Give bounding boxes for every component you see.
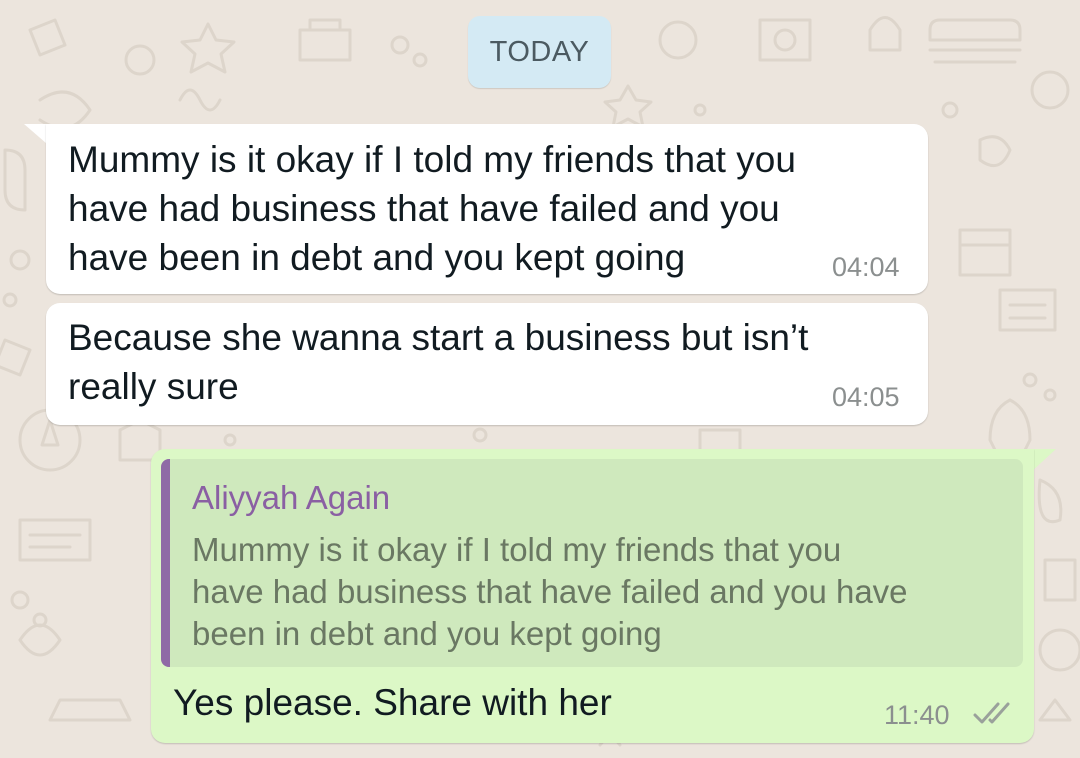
message-time: 04:04: [832, 252, 900, 282]
message-text: Mummy is it okay if I told my friends th…: [68, 139, 796, 278]
message-time: 11:40: [884, 700, 950, 730]
quote-text: Mummy is it okay if I told my friends th…: [192, 531, 908, 652]
quote-accent-bar: [161, 459, 170, 667]
message-text: Yes please. Share with her: [173, 682, 612, 723]
incoming-message[interactable]: Mummy is it okay if I told my friends th…: [46, 124, 928, 294]
message-time: 04:05: [832, 382, 900, 412]
quote-author: Aliyyah Again: [192, 479, 391, 516]
date-chip: TODAY: [468, 16, 611, 88]
reply-quote[interactable]: Aliyyah Again Mummy is it okay if I told…: [161, 459, 1023, 667]
incoming-message[interactable]: Because she wanna start a business but i…: [46, 303, 928, 425]
message-text: Because she wanna start a business but i…: [68, 317, 809, 407]
double-check-icon: [973, 702, 1010, 724]
